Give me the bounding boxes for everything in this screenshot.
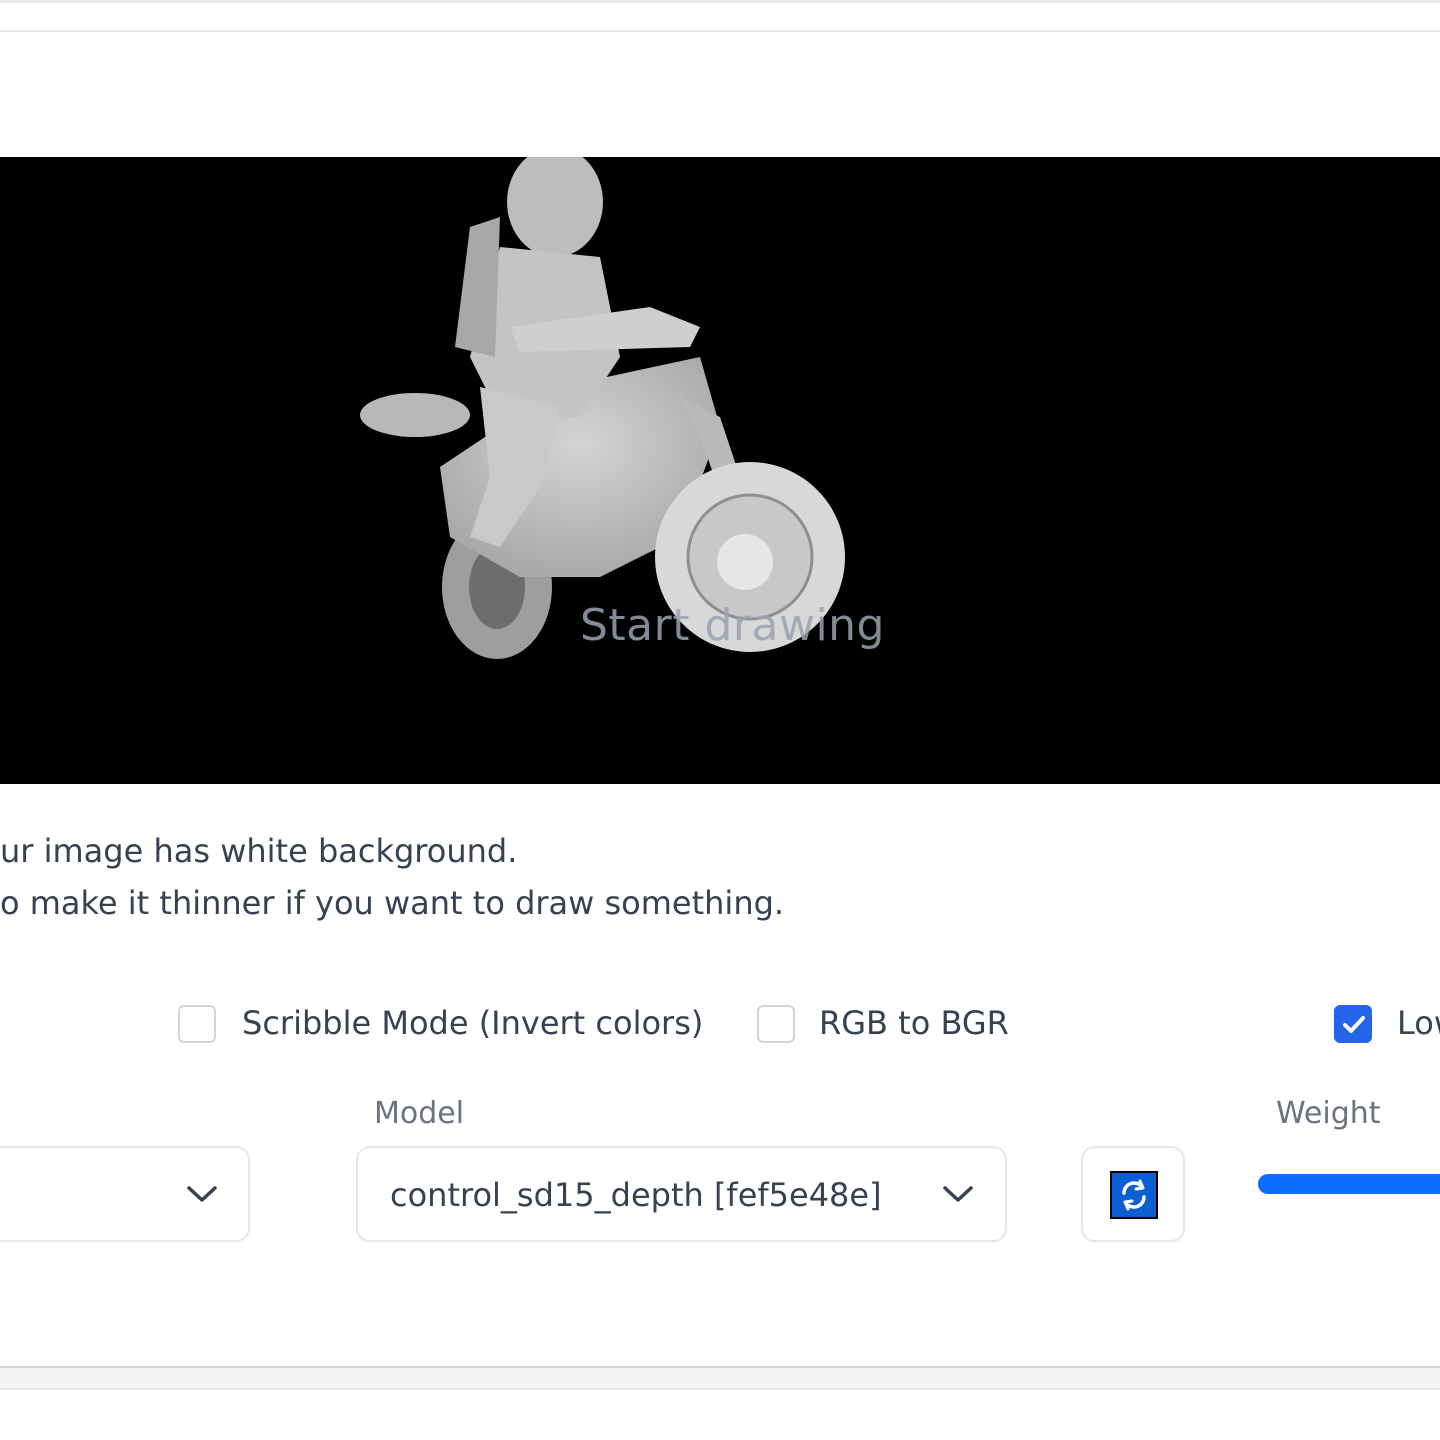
model-select[interactable]: control_sd15_depth [fef5e48e] xyxy=(356,1146,1007,1242)
chevron-down-icon xyxy=(943,1186,973,1202)
top-panel-edge xyxy=(0,0,1440,32)
model-value: control_sd15_depth [fef5e48e] xyxy=(390,1176,882,1214)
canvas-placeholder: Start drawing xyxy=(580,600,885,651)
weight-slider[interactable] xyxy=(1258,1174,1440,1194)
chevron-down-icon xyxy=(187,1186,217,1202)
low-vram-label[interactable]: Low xyxy=(1397,1004,1440,1042)
low-vram-checkbox[interactable] xyxy=(1334,1005,1372,1043)
rgb-to-bgr-checkbox[interactable] xyxy=(757,1005,795,1043)
refresh-models-button[interactable] xyxy=(1081,1146,1185,1242)
hint-white-background: ur image has white background. xyxy=(0,832,518,870)
rgb-to-bgr-label[interactable]: RGB to BGR xyxy=(819,1004,1009,1042)
refresh-icon xyxy=(1110,1171,1158,1219)
check-icon xyxy=(1343,1016,1365,1033)
model-label: Model xyxy=(374,1096,465,1131)
drawing-canvas[interactable]: Start drawing xyxy=(0,157,1440,784)
hint-thinner-brush: o make it thinner if you want to draw so… xyxy=(0,884,785,922)
scribble-mode-checkbox[interactable] xyxy=(178,1005,216,1043)
bottom-panel-edge xyxy=(0,1366,1440,1390)
weight-label: Weight xyxy=(1276,1096,1381,1131)
depth-map-image xyxy=(360,157,845,659)
preprocessor-select[interactable] xyxy=(0,1146,250,1242)
scribble-mode-label[interactable]: Scribble Mode (Invert colors) xyxy=(242,1004,703,1042)
